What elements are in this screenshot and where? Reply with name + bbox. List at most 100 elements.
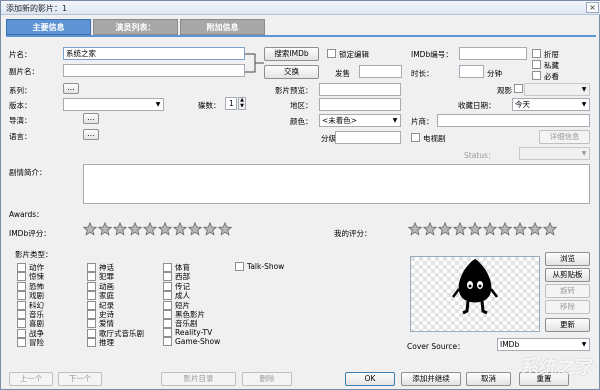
browse-button[interactable]: 浏览 xyxy=(545,252,590,266)
imdb-no-input[interactable] xyxy=(459,47,527,60)
star-icon[interactable] xyxy=(467,221,483,236)
star-icon[interactable] xyxy=(452,221,468,236)
tab-extra-info[interactable]: 附加信息 xyxy=(180,19,265,35)
chevron-down-icon: ▼ xyxy=(581,150,587,157)
watched-label: 观影 xyxy=(497,86,512,95)
color-value: <未着色> xyxy=(322,116,358,125)
cover-source-select[interactable]: IMDb ▼ xyxy=(497,338,590,351)
next-button[interactable]: 下一个 xyxy=(58,372,102,386)
star-icon[interactable] xyxy=(202,221,218,236)
flag-checkbox-2[interactable] xyxy=(532,71,541,80)
update-button[interactable]: 更新 xyxy=(545,318,590,332)
delete-button[interactable]: 删除 xyxy=(242,372,292,386)
lock-edit-checkbox[interactable] xyxy=(327,49,336,58)
rotate-button[interactable]: 旋转 xyxy=(545,284,590,298)
rating-level-input[interactable] xyxy=(335,131,401,144)
star-icon[interactable] xyxy=(512,221,528,236)
tab-cast-list[interactable]: 演员列表： xyxy=(93,19,178,35)
star-icon[interactable] xyxy=(422,221,438,236)
genre-label: Reality-TV xyxy=(175,327,213,337)
star-icon[interactable] xyxy=(542,221,558,236)
language-more-button[interactable]: ... xyxy=(83,129,99,140)
director-label: 导演： xyxy=(9,116,32,125)
flag-checkbox-0[interactable] xyxy=(532,49,541,58)
vendor-input[interactable] xyxy=(437,114,590,127)
prev-button[interactable]: 上一个 xyxy=(9,372,53,386)
dialog-window: 添加新的影片：1 × 主要信息 演员列表： 附加信息 片名： 副片名： 系列： … xyxy=(0,0,600,390)
star-icon[interactable] xyxy=(97,221,113,236)
status-select[interactable]: ▼ xyxy=(519,147,590,160)
plot-textarea[interactable] xyxy=(83,164,590,204)
flag-checkbox-1[interactable] xyxy=(532,60,541,69)
edition-select[interactable]: ▼ xyxy=(63,98,164,111)
region-label: 地区： xyxy=(290,101,313,110)
genre-checkbox[interactable] xyxy=(163,327,172,337)
add-continue-button[interactable]: 添加并继续 xyxy=(401,372,461,386)
genre-label: Game-Show xyxy=(175,337,221,347)
cover-image-area xyxy=(410,256,540,332)
window-title: 添加新的影片：1 xyxy=(6,4,68,13)
remove-button[interactable]: 移除 xyxy=(545,300,590,314)
color-select[interactable]: <未着色> ▼ xyxy=(319,114,401,127)
subtitle-input[interactable] xyxy=(63,64,245,77)
collect-date-select[interactable]: 今天 ▼ xyxy=(512,98,590,111)
star-icon[interactable] xyxy=(157,221,173,236)
genre-label: 推理 xyxy=(99,338,114,348)
genre-checkbox[interactable] xyxy=(235,262,244,271)
movie-catalog-button[interactable]: 影片目录 xyxy=(161,372,236,386)
star-icon[interactable] xyxy=(482,221,498,236)
search-imdb-button[interactable]: 搜索IMDb xyxy=(264,47,319,61)
star-icon[interactable] xyxy=(187,221,203,236)
star-icon[interactable] xyxy=(82,221,98,236)
cancel-button[interactable]: 取消 xyxy=(466,372,511,386)
close-button[interactable]: × xyxy=(586,2,599,13)
from-clipboard-button[interactable]: 从剪贴板 xyxy=(545,268,590,282)
language-label: 语言： xyxy=(9,132,32,141)
genre-option[interactable]: Reality-TV xyxy=(163,327,213,337)
genre-option[interactable]: 冒险 xyxy=(17,337,44,348)
ok-button[interactable]: OK xyxy=(345,372,395,386)
genre-checkbox[interactable] xyxy=(163,337,172,347)
star-icon[interactable] xyxy=(407,221,423,236)
star-icon[interactable] xyxy=(437,221,453,236)
chevron-down-icon: ▼ xyxy=(581,341,587,348)
genre-checkbox[interactable] xyxy=(17,338,26,348)
runtime-input[interactable] xyxy=(459,65,484,78)
genre-option[interactable]: Talk-Show xyxy=(235,262,284,271)
director-more-button[interactable]: ... xyxy=(83,113,99,124)
watermark-logo: 系统之家 xyxy=(521,357,593,378)
star-icon[interactable] xyxy=(112,221,128,236)
preview-input[interactable] xyxy=(319,83,401,96)
series-label: 系列： xyxy=(9,86,32,95)
runtime-label: 时长： xyxy=(411,69,434,78)
genre-checkbox[interactable] xyxy=(87,338,96,348)
genre-option[interactable]: Game-Show xyxy=(163,337,221,347)
watched-checkbox[interactable] xyxy=(514,84,523,93)
edition-label: 版本： xyxy=(9,101,32,110)
watched-select[interactable]: ▼ xyxy=(524,83,590,96)
vendor-label: 片商： xyxy=(411,117,434,126)
swap-connector xyxy=(245,53,264,73)
title-bar: 添加新的影片：1 × xyxy=(1,1,600,15)
imdb-rating-stars[interactable] xyxy=(82,221,233,236)
tab-main-info[interactable]: 主要信息 xyxy=(6,19,91,35)
region-input[interactable] xyxy=(319,98,401,111)
discs-input[interactable]: 1 xyxy=(225,97,237,110)
my-rating-stars[interactable] xyxy=(407,221,558,236)
chevron-down-icon: ▼ xyxy=(581,101,587,108)
star-icon[interactable] xyxy=(142,221,158,236)
swap-button[interactable]: 交换 xyxy=(264,65,319,79)
discs-spinner[interactable]: ▲ ▼ xyxy=(238,97,246,110)
star-icon[interactable] xyxy=(127,221,143,236)
series-more-button[interactable]: ... xyxy=(63,83,79,94)
tv-checkbox[interactable] xyxy=(411,133,420,142)
star-icon[interactable] xyxy=(497,221,513,236)
details-button[interactable]: 详细信息 xyxy=(539,130,590,144)
star-icon[interactable] xyxy=(527,221,543,236)
genre-option[interactable]: 推理 xyxy=(87,337,114,348)
star-icon[interactable] xyxy=(172,221,188,236)
flag-label-0: 折屉 xyxy=(544,50,559,59)
release-input[interactable] xyxy=(359,65,402,78)
star-icon[interactable] xyxy=(217,221,233,236)
title-input[interactable]: 系统之家 xyxy=(63,47,245,60)
